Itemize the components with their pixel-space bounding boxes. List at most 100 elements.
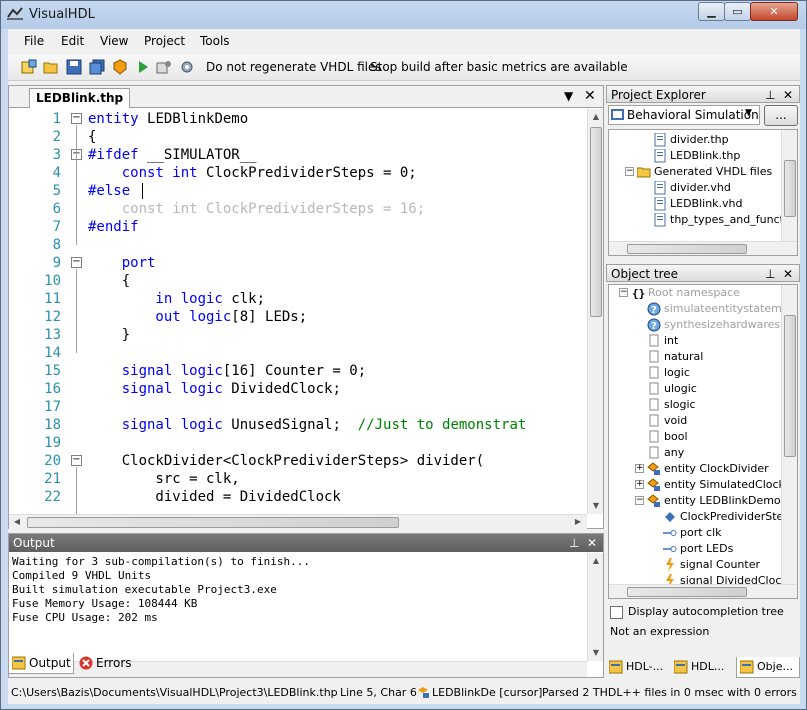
- tree-expander-icon[interactable]: −: [635, 496, 644, 505]
- right-tab[interactable]: Obje...: [736, 657, 800, 678]
- object-tree-horizontal-scrollbar[interactable]: [609, 584, 797, 598]
- output-scroll-up-icon[interactable]: ▲: [588, 553, 604, 569]
- tree-expander-icon[interactable]: +: [635, 480, 644, 489]
- configuration-select[interactable]: Behavioral Simulation ▼: [608, 105, 760, 125]
- maximize-button[interactable]: ▭: [724, 2, 751, 21]
- tree-item[interactable]: ClockPredividerStep: [663, 509, 797, 525]
- code-line[interactable]: 4 const int ClockPredividerSteps = 0;: [9, 164, 587, 182]
- pin-icon[interactable]: ⊥: [569, 534, 579, 552]
- tab-errors[interactable]: Errors: [76, 653, 136, 674]
- tree-item[interactable]: natural: [647, 349, 797, 365]
- tree-item[interactable]: signal Counter: [663, 557, 797, 573]
- close-object-tree-icon[interactable]: ✕: [783, 265, 793, 283]
- editor-vscroll-thumb[interactable]: [590, 127, 602, 317]
- object-tree-vscroll-thumb[interactable]: [784, 315, 796, 457]
- close-output-icon[interactable]: ✕: [587, 534, 597, 552]
- code-line[interactable]: 3−#ifdef __SIMULATOR__: [9, 146, 587, 164]
- code-line[interactable]: 12 out logic[8] LEDs;: [9, 308, 587, 326]
- tree-item[interactable]: LEDBlink.thp: [653, 148, 797, 164]
- object-tree-hscroll-thumb[interactable]: [627, 587, 747, 597]
- menu-project[interactable]: Project: [144, 34, 185, 48]
- menu-tools[interactable]: Tools: [200, 34, 230, 48]
- tree-expander-icon[interactable]: −: [619, 288, 628, 297]
- code-line[interactable]: 17: [9, 398, 587, 416]
- tab-output[interactable]: Output: [8, 653, 74, 674]
- code-line[interactable]: 1− entity LEDBlinkDemo: [9, 110, 587, 128]
- scroll-down-arrow-icon[interactable]: ▼: [588, 498, 604, 514]
- browse-button[interactable]: ...: [764, 105, 798, 126]
- options-gear-icon[interactable]: [179, 59, 195, 75]
- right-tab[interactable]: HDL...: [671, 657, 735, 678]
- tree-item[interactable]: int: [647, 333, 797, 349]
- code-line[interactable]: 22 divided = DividedClock: [9, 488, 587, 506]
- right-tab[interactable]: HDL-...: [606, 657, 670, 678]
- menu-edit[interactable]: Edit: [61, 34, 84, 48]
- new-project-icon[interactable]: [21, 59, 37, 75]
- scroll-right-arrow-icon[interactable]: ▶: [570, 514, 586, 530]
- save-icon[interactable]: [66, 59, 82, 75]
- scroll-up-arrow-icon[interactable]: ▲: [588, 109, 604, 125]
- tree-item[interactable]: thp_types_and_function: [653, 212, 797, 228]
- close-tab-icon[interactable]: ✕: [584, 88, 596, 104]
- fold-toggle-icon[interactable]: −: [71, 455, 82, 466]
- code-line[interactable]: 9− port: [9, 254, 587, 272]
- tree-item[interactable]: port LEDs: [663, 541, 797, 557]
- tree-item[interactable]: slogic: [647, 397, 797, 413]
- autocompletion-checkbox[interactable]: [610, 606, 623, 619]
- output-vertical-scrollbar[interactable]: ▲ ▼: [587, 553, 603, 661]
- tree-item[interactable]: void: [647, 413, 797, 429]
- fold-toggle-icon[interactable]: −: [71, 113, 82, 124]
- menu-view[interactable]: View: [100, 34, 128, 48]
- fold-toggle-icon[interactable]: −: [71, 257, 82, 268]
- scroll-left-arrow-icon[interactable]: ◀: [9, 514, 25, 530]
- tree-item[interactable]: bool: [647, 429, 797, 445]
- code-line[interactable]: 5 #else: [9, 182, 587, 200]
- tree-item[interactable]: any: [647, 445, 797, 461]
- code-line[interactable]: 18 signal logic UnusedSignal; //Just to …: [9, 416, 587, 434]
- tab-list-dropdown-icon[interactable]: ▼: [564, 89, 573, 103]
- tree-expander-icon[interactable]: +: [635, 464, 644, 473]
- tree-item[interactable]: port clk: [663, 525, 797, 541]
- open-folder-icon[interactable]: [43, 59, 59, 75]
- project-tree-horizontal-scrollbar[interactable]: [609, 241, 797, 255]
- code-line[interactable]: 2{: [9, 128, 587, 146]
- save-all-icon[interactable]: [89, 59, 105, 75]
- code-line[interactable]: 20− ClockDivider<ClockPredividerSteps> d…: [9, 452, 587, 470]
- tree-item[interactable]: {} Root namespace: [631, 285, 797, 301]
- code-line[interactable]: 15 signal logic[16] Counter = 0;: [9, 362, 587, 380]
- close-project-explorer-icon[interactable]: ✕: [783, 86, 793, 104]
- code-line[interactable]: 13 }: [9, 326, 587, 344]
- pin-project-explorer-icon[interactable]: ⊥: [765, 86, 775, 104]
- code-editor[interactable]: 1−entity LEDBlinkDemo2{3−#ifdef __SIMULA…: [9, 109, 587, 514]
- tree-item[interactable]: Generated VHDL files: [636, 164, 797, 180]
- tree-item[interactable]: entity LEDBlinkDemo: [647, 493, 797, 509]
- project-tree-vertical-scrollbar[interactable]: [781, 130, 797, 241]
- close-button[interactable]: ✕: [750, 2, 798, 21]
- project-settings-icon[interactable]: [156, 59, 172, 75]
- no-regenerate-vhdl-toggle[interactable]: Do not regenerate VHDL files: [206, 60, 382, 74]
- code-line[interactable]: 7 #endif: [9, 218, 587, 236]
- build-icon[interactable]: [112, 59, 128, 75]
- tree-item[interactable]: logic: [647, 365, 797, 381]
- code-line[interactable]: 8: [9, 236, 587, 254]
- code-line[interactable]: 16 signal logic DividedClock;: [9, 380, 587, 398]
- tab-ledblink-thp[interactable]: LEDBlink.thp: [29, 88, 131, 108]
- tree-item[interactable]: divider.thp: [653, 132, 797, 148]
- tree-item[interactable]: divider.vhd: [653, 180, 797, 196]
- editor-hscroll-thumb[interactable]: [27, 517, 399, 528]
- editor-horizontal-scrollbar[interactable]: ◀ ▶: [9, 514, 587, 529]
- tree-item[interactable]: LEDBlink.vhd: [653, 196, 797, 212]
- editor-vertical-scrollbar[interactable]: ▲ ▼: [587, 109, 603, 514]
- tree-item[interactable]: entity ClockDivider: [647, 461, 797, 477]
- menu-file[interactable]: File: [24, 34, 44, 48]
- run-icon[interactable]: [135, 59, 151, 75]
- project-tree-vscroll-thumb[interactable]: [784, 160, 796, 217]
- tree-item[interactable]: ulogic: [647, 381, 797, 397]
- code-line[interactable]: 11 in logic clk;: [9, 290, 587, 308]
- project-tree-hscroll-thumb[interactable]: [627, 244, 747, 254]
- tree-item[interactable]: ? synthesizehardwarestat: [647, 317, 797, 333]
- code-line[interactable]: 10 {: [9, 272, 587, 290]
- code-line[interactable]: 19: [9, 434, 587, 452]
- tree-item[interactable]: entity SimulatedClockPr: [647, 477, 797, 493]
- tree-expander-icon[interactable]: −: [625, 167, 634, 176]
